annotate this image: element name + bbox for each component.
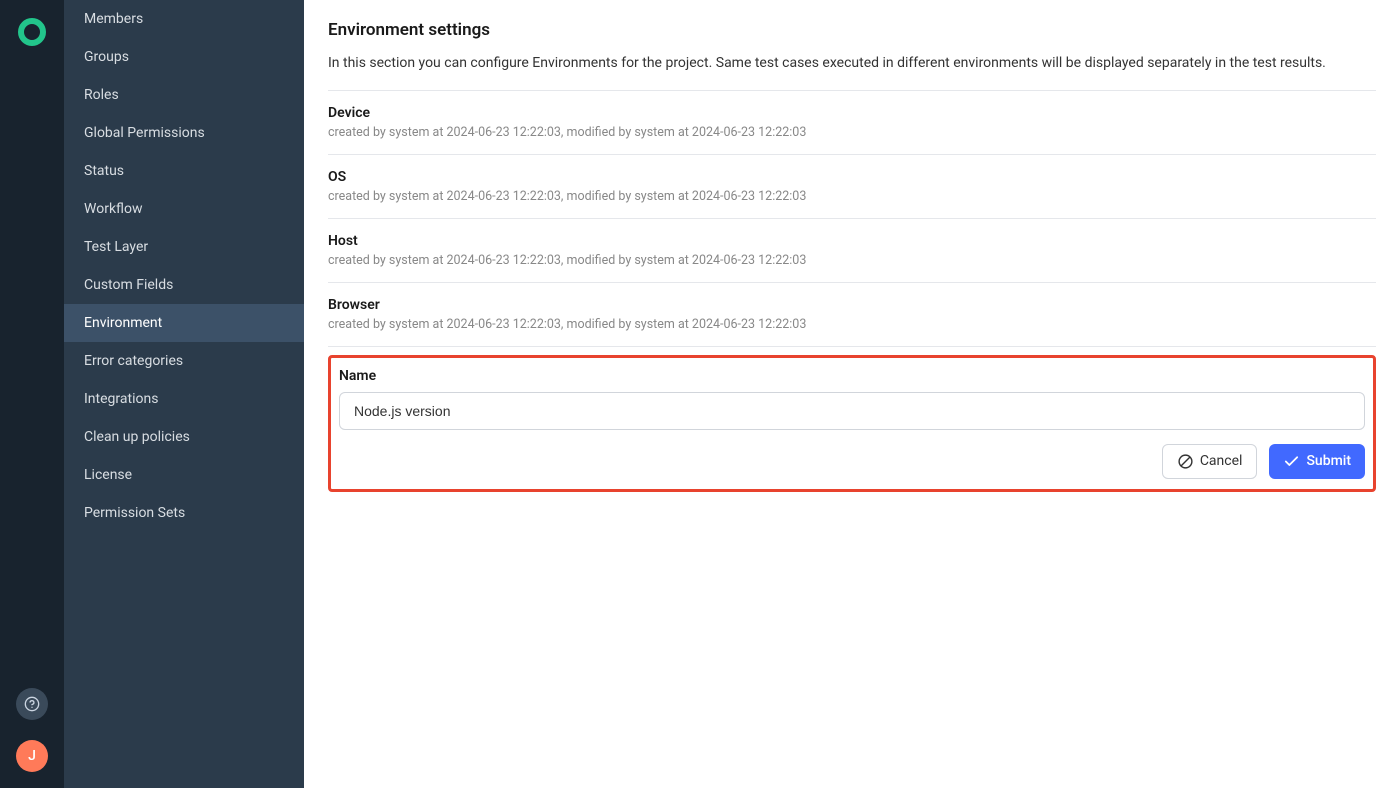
sidebar-item-workflow[interactable]: Workflow bbox=[64, 190, 304, 228]
main-content: Environment settings In this section you… bbox=[304, 0, 1400, 788]
sidebar-item-members[interactable]: Members bbox=[64, 0, 304, 38]
sidebar-item-label: Error categories bbox=[84, 353, 183, 369]
sidebar-item-label: Status bbox=[84, 163, 124, 179]
cancel-icon bbox=[1177, 453, 1194, 470]
sidebar-item-roles[interactable]: Roles bbox=[64, 76, 304, 114]
sidebar-item-test-layer[interactable]: Test Layer bbox=[64, 228, 304, 266]
sidebar-item-label: Workflow bbox=[84, 201, 143, 217]
cancel-label: Cancel bbox=[1200, 453, 1243, 469]
sidebar-item-status[interactable]: Status bbox=[64, 152, 304, 190]
sidebar-item-label: Permission Sets bbox=[84, 505, 185, 521]
submit-label: Submit bbox=[1306, 453, 1351, 469]
app-logo-icon[interactable] bbox=[16, 16, 48, 48]
environment-name: Device bbox=[328, 105, 1376, 121]
name-input[interactable] bbox=[339, 392, 1365, 430]
environment-row[interactable]: OS created by system at 2024-06-23 12:22… bbox=[328, 155, 1376, 219]
environment-meta: created by system at 2024-06-23 12:22:03… bbox=[328, 253, 1376, 268]
environment-row[interactable]: Device created by system at 2024-06-23 1… bbox=[328, 91, 1376, 155]
environment-name: Browser bbox=[328, 297, 1376, 313]
environment-meta: created by system at 2024-06-23 12:22:03… bbox=[328, 189, 1376, 204]
sidebar-item-global-permissions[interactable]: Global Permissions bbox=[64, 114, 304, 152]
submit-button[interactable]: Submit bbox=[1269, 444, 1365, 479]
sidebar-item-label: Environment bbox=[84, 315, 162, 331]
sidebar-item-label: Custom Fields bbox=[84, 277, 173, 293]
cancel-button[interactable]: Cancel bbox=[1162, 444, 1258, 479]
page-title: Environment settings bbox=[328, 20, 1376, 40]
sidebar-item-label: Global Permissions bbox=[84, 125, 205, 141]
sidebar-item-label: License bbox=[84, 467, 132, 483]
sidebar-item-environment[interactable]: Environment bbox=[64, 304, 304, 342]
environment-meta: created by system at 2024-06-23 12:22:03… bbox=[328, 125, 1376, 140]
environment-row[interactable]: Browser created by system at 2024-06-23 … bbox=[328, 283, 1376, 347]
sidebar-item-clean-up-policies[interactable]: Clean up policies bbox=[64, 418, 304, 456]
sidebar-item-label: Clean up policies bbox=[84, 429, 190, 445]
avatar-initial: J bbox=[28, 748, 36, 764]
sidebar-item-error-categories[interactable]: Error categories bbox=[64, 342, 304, 380]
sidebar-item-custom-fields[interactable]: Custom Fields bbox=[64, 266, 304, 304]
sidebar-item-label: Integrations bbox=[84, 391, 158, 407]
sidebar-item-license[interactable]: License bbox=[64, 456, 304, 494]
page-description: In this section you can configure Enviro… bbox=[328, 54, 1376, 74]
environment-list: Device created by system at 2024-06-23 1… bbox=[328, 90, 1376, 347]
form-actions: Cancel Submit bbox=[339, 444, 1365, 479]
sidebar-item-permission-sets[interactable]: Permission Sets bbox=[64, 494, 304, 532]
help-button[interactable] bbox=[16, 688, 48, 720]
sidebar-item-label: Groups bbox=[84, 49, 129, 65]
sidebar-item-label: Test Layer bbox=[84, 239, 148, 255]
name-label: Name bbox=[339, 368, 1365, 384]
check-icon bbox=[1283, 453, 1300, 470]
icon-rail: J bbox=[0, 0, 64, 788]
environment-name: Host bbox=[328, 233, 1376, 249]
environment-meta: created by system at 2024-06-23 12:22:03… bbox=[328, 317, 1376, 332]
sidebar: Members Groups Roles Global Permissions … bbox=[64, 0, 304, 788]
environment-row[interactable]: Host created by system at 2024-06-23 12:… bbox=[328, 219, 1376, 283]
sidebar-item-label: Members bbox=[84, 11, 143, 27]
sidebar-item-integrations[interactable]: Integrations bbox=[64, 380, 304, 418]
question-icon bbox=[24, 696, 40, 712]
environment-name: OS bbox=[328, 169, 1376, 185]
add-environment-form: Name Cancel Submit bbox=[328, 355, 1376, 492]
user-avatar[interactable]: J bbox=[16, 740, 48, 772]
sidebar-item-label: Roles bbox=[84, 87, 119, 103]
sidebar-item-groups[interactable]: Groups bbox=[64, 38, 304, 76]
